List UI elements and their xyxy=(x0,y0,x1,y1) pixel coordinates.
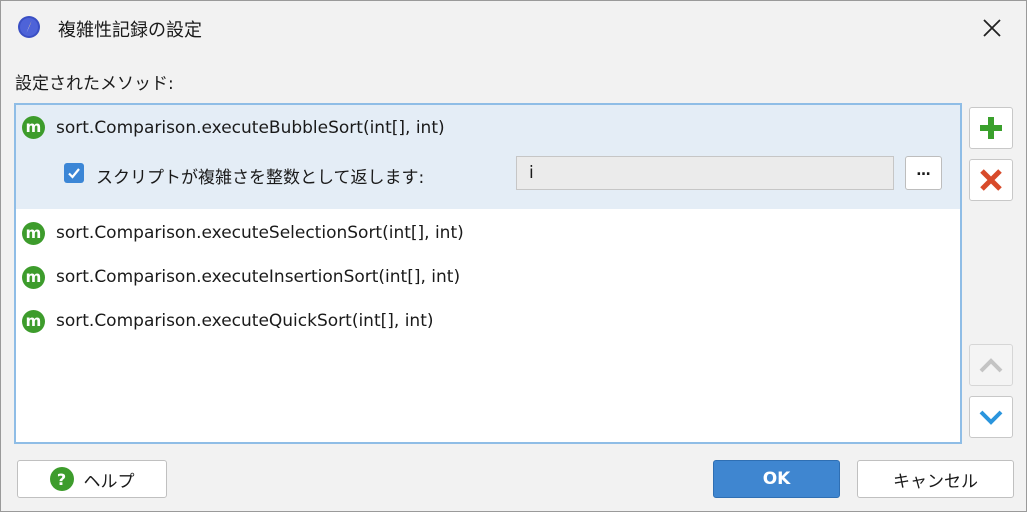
compass-icon xyxy=(17,15,41,39)
method-name: sort.Comparison.executeBubbleSort(int[],… xyxy=(56,118,445,138)
title-bar: 複雑性記録の設定 xyxy=(1,1,1026,55)
list-item[interactable]: m sort.Comparison.executeSelectionSort(i… xyxy=(16,211,960,255)
script-input[interactable]: i xyxy=(516,156,894,190)
browse-script-button[interactable]: … xyxy=(905,156,942,190)
remove-method-button[interactable] xyxy=(969,159,1013,201)
cancel-button[interactable]: キャンセル xyxy=(857,460,1014,498)
plus-icon xyxy=(980,117,1002,139)
complexity-settings-dialog: 複雑性記録の設定 設定されたメソッド: m sort.Comparison.ex… xyxy=(0,0,1027,512)
list-item[interactable]: m sort.Comparison.executeInsertionSort(i… xyxy=(16,255,960,299)
script-complexity-checkbox[interactable] xyxy=(64,163,84,183)
x-icon xyxy=(980,169,1002,191)
move-up-button[interactable] xyxy=(969,344,1013,386)
method-icon: m xyxy=(22,222,45,245)
chevron-down-icon xyxy=(979,410,1003,425)
close-icon[interactable] xyxy=(973,9,1011,47)
script-complexity-label: スクリプトが複雑さを整数として返します: xyxy=(96,168,425,188)
method-icon: m xyxy=(22,116,45,139)
method-icon: m xyxy=(22,310,45,333)
list-item[interactable]: m sort.Comparison.executeQuickSort(int[]… xyxy=(16,299,960,343)
method-icon: m xyxy=(22,266,45,289)
window-title: 複雑性記録の設定 xyxy=(58,20,202,41)
list-item-selected[interactable]: m sort.Comparison.executeBubbleSort(int[… xyxy=(16,105,960,209)
help-icon: ? xyxy=(49,467,74,491)
chevron-up-icon xyxy=(979,358,1003,373)
help-label: ヘルプ xyxy=(83,471,135,492)
checkmark-icon xyxy=(68,168,80,179)
help-button[interactable]: ? ヘルプ xyxy=(17,460,167,498)
ok-button[interactable]: OK xyxy=(713,460,840,498)
method-name: sort.Comparison.executeQuickSort(int[], … xyxy=(56,311,434,331)
method-name: sort.Comparison.executeSelectionSort(int… xyxy=(56,223,464,243)
add-method-button[interactable] xyxy=(969,107,1013,149)
method-name: sort.Comparison.executeInsertionSort(int… xyxy=(56,267,461,287)
methods-list[interactable]: m sort.Comparison.executeBubbleSort(int[… xyxy=(14,103,962,444)
configured-methods-label: 設定されたメソッド: xyxy=(15,74,174,94)
move-down-button[interactable] xyxy=(969,396,1013,438)
